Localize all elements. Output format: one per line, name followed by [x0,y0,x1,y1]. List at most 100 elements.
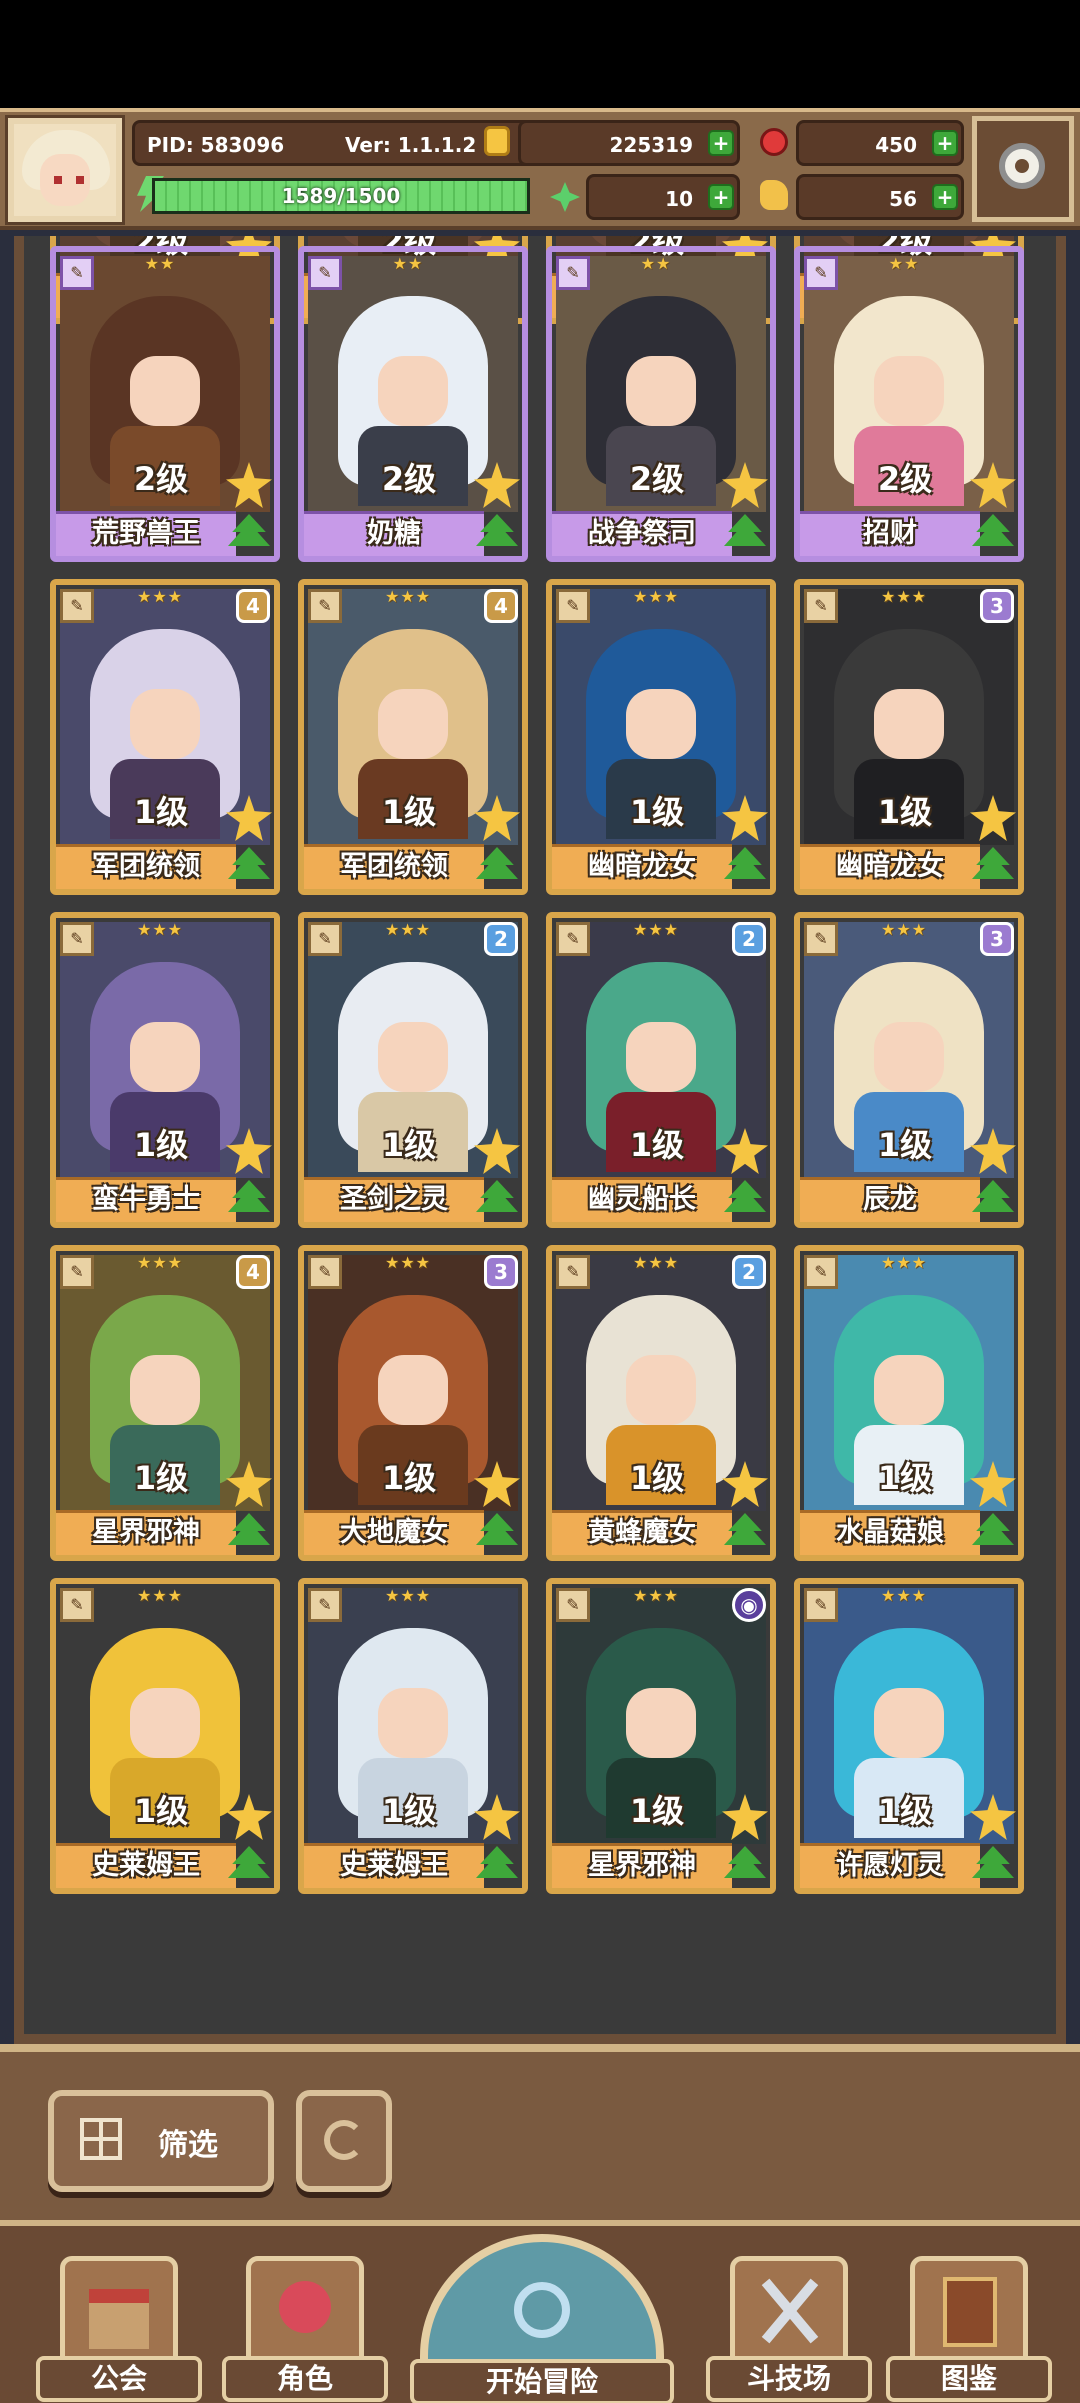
add-hands-button[interactable]: + [932,184,958,210]
nav-guild[interactable]: 公会 [36,2256,202,2403]
portrait-face [378,1022,448,1092]
settings-button[interactable] [972,116,1074,222]
card-name-bar: 史莱姆王 [56,1843,236,1888]
character-card[interactable]: ✎ ★★ 2级 招财 [794,246,1024,562]
class-icon: ✎ [556,256,590,290]
character-card[interactable]: ✎ ★★ 2级 战争祭司 [546,246,776,562]
character-card[interactable]: ✎ ★★★ 1级 幽暗龙女 [546,579,776,895]
class-icon: ✎ [556,922,590,956]
card-name: 水晶菇娘 [836,1517,944,1548]
portrait-face [130,689,200,759]
character-card[interactable]: ✎ ★★★ 4 1级 星界邪神 [50,1245,280,1561]
player-avatar[interactable] [5,115,125,225]
player-id: PID: 583096 [147,133,285,157]
status-bar-area [0,0,1080,108]
card-level: 1级 [381,1459,437,1497]
nav-arena-label: 斗技场 [706,2356,872,2402]
card-level: 1级 [133,1459,189,1497]
character-card[interactable]: ✎ ★★★ 1级 蛮牛勇士 [50,912,280,1228]
card-name: 荒野兽王 [92,518,200,549]
card-name: 星界邪神 [588,1850,696,1881]
star-rating: ★★★ [880,1586,928,1605]
character-card[interactable]: ✎ ★★★ 1级 史莱姆王 [298,1578,528,1894]
card-level: 1级 [381,1792,437,1830]
add-gems-button[interactable]: + [932,130,958,156]
star-rating: ★★★ [384,587,432,606]
star-rating: ★★★ [632,920,680,939]
nav-character[interactable]: 角色 [222,2256,388,2403]
class-icon: ✎ [60,589,94,623]
portrait-face [130,356,200,426]
character-face-shape [279,2281,331,2333]
reset-button[interactable] [296,2090,392,2192]
card-name: 军团统领 [340,851,448,882]
nav-codex[interactable]: 图鉴 [886,2256,1052,2403]
card-level: 2级 [877,460,933,498]
character-card[interactable]: ✎ ★★★ 2 1级 幽灵船长 [546,912,776,1228]
rank-badge: 2 [484,922,518,956]
character-card[interactable]: ✎ ★★★ 3 1级 大地魔女 [298,1245,528,1561]
rank-badge: 4 [236,589,270,623]
class-icon: ✎ [804,1588,838,1622]
add-clovers-button[interactable]: + [708,184,734,210]
rank-badge: 3 [980,922,1014,956]
character-card[interactable]: ✎ ★★ 2级 奶糖 [298,246,528,562]
card-name-bar: 辰龙 [800,1177,980,1222]
next-row-card-edge [298,2036,528,2044]
swords-icon [730,2256,848,2368]
nav-guild-label: 公会 [36,2356,202,2402]
character-card[interactable]: ✎ ★★★ 2 1级 黄蜂魔女 [546,1245,776,1561]
character-card[interactable]: ✎ ★★★ 3 1级 幽暗龙女 [794,579,1024,895]
character-card[interactable]: ✎ ★★★ 2 1级 圣剑之灵 [298,912,528,1228]
character-card[interactable]: ✎ ★★★ ◉ 1级 星界邪神 [546,1578,776,1894]
clover-icon [550,182,580,212]
card-name: 辰龙 [863,1184,917,1215]
character-card[interactable]: ✎ ★★★ 1级 史莱姆王 [50,1578,280,1894]
filter-label: 筛选 [158,2128,218,2163]
card-level: 1级 [629,1792,685,1830]
character-card[interactable]: ✎ ★★★ 1级 许愿灯灵 [794,1578,1024,1894]
character-card[interactable]: ✎ ★★★ 4 1级 军团统领 [50,579,280,895]
portrait-face [378,689,448,759]
character-icon [246,2256,364,2368]
nav-arena[interactable]: 斗技场 [706,2256,872,2403]
character-card[interactable]: ✎ ★★★ 4 1级 军团统领 [298,579,528,895]
portrait-face [130,1355,200,1425]
character-card[interactable]: ✎ ★★★ 1级 水晶菇娘 [794,1245,1024,1561]
class-icon: ✎ [308,1588,342,1622]
card-name-bar: 幽暗龙女 [800,844,980,889]
card-level: 2级 [133,460,189,498]
star-rating: ★★★ [136,1253,184,1272]
book-shape [943,2277,997,2347]
card-name-bar: 招财 [800,511,980,556]
card-name: 战争祭司 [588,518,696,549]
card-name: 奶糖 [367,518,421,549]
class-icon: ✎ [308,589,342,623]
class-icon: ✎ [556,589,590,623]
class-icon: ✎ [556,1588,590,1622]
add-coins-button[interactable]: + [708,130,734,156]
nav-adventure[interactable]: 开始冒险 [410,2234,674,2403]
card-name: 黄蜂魔女 [588,1517,696,1548]
hand-icon [760,180,788,210]
card-name-bar: 幽暗龙女 [552,844,732,889]
nav-character-label: 角色 [222,2356,388,2402]
class-icon: ✎ [60,1255,94,1289]
star-rating: ★★ [888,254,920,273]
game-screen: PID: 583096 Ver: 1.1.1.2 225319 + 450 + … [0,0,1080,2403]
filter-button[interactable]: 筛选 [48,2090,274,2192]
card-level: 1级 [629,1126,685,1164]
card-name-bar: 幽灵船长 [552,1177,732,1222]
star-rating: ★★★ [136,920,184,939]
coin-panel: 225319 [518,120,740,166]
character-card[interactable]: ✎ ★★ 2级 荒野兽王 [50,246,280,562]
character-list-frame[interactable]: 2级淘气恶魔2级荒漠舞姬2级魔术大师2级星界邪神✎★★2级荒野兽王✎★★2级奶糖… [14,236,1066,2044]
portrait-face [378,1355,448,1425]
character-card[interactable]: ✎ ★★★ 3 1级 辰龙 [794,912,1024,1228]
star-rating: ★★★ [632,1253,680,1272]
card-level: 1级 [133,1792,189,1830]
star-rating: ★★★ [384,920,432,939]
star-rating: ★★★ [880,1253,928,1272]
magnifier-icon [514,2282,570,2338]
gem-icon [760,128,788,156]
